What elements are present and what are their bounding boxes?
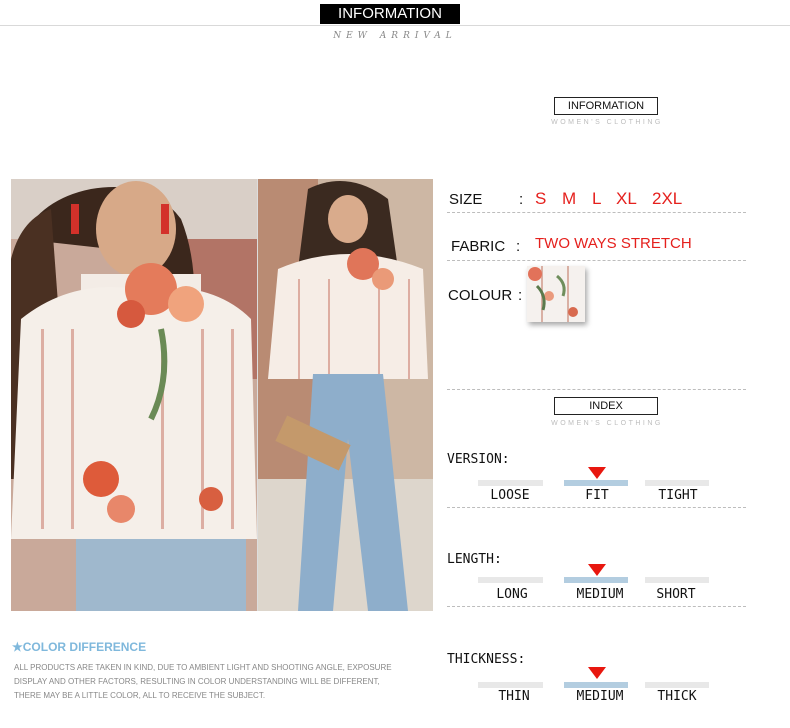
size-colon: : bbox=[519, 191, 524, 208]
colour-divider bbox=[447, 389, 746, 390]
length-bar-medium bbox=[564, 577, 628, 583]
length-selected-marker bbox=[588, 564, 606, 576]
version-selected-marker bbox=[588, 467, 606, 479]
size-option-s: S bbox=[535, 189, 547, 208]
size-label: SIZE bbox=[449, 191, 483, 208]
information-subtitle: WOMEN'S CLOTHING bbox=[551, 119, 663, 126]
version-bar-loose bbox=[478, 480, 543, 486]
fabric-value: TWO WAYS STRETCH bbox=[535, 235, 692, 252]
colour-colon: : bbox=[518, 287, 523, 304]
page-banner: INFORMATION bbox=[320, 4, 460, 24]
new-arrival-subtitle: NEW ARRIVAL bbox=[333, 31, 457, 41]
version-divider bbox=[447, 507, 746, 508]
length-option-long: LONG bbox=[496, 587, 528, 602]
fabric-label: FABRIC bbox=[451, 238, 506, 255]
index-heading: INDEX bbox=[554, 397, 658, 415]
thickness-option-thick: THICK bbox=[657, 689, 697, 704]
length-option-short: SHORT bbox=[656, 587, 696, 602]
thickness-bar-thick bbox=[645, 682, 709, 688]
color-difference-line-1: ALL PRODUCTS ARE TAKEN IN KIND, DUE TO A… bbox=[14, 663, 392, 672]
length-bar-long bbox=[478, 577, 543, 583]
size-divider bbox=[447, 212, 746, 213]
header-divider bbox=[0, 25, 790, 26]
information-heading: INFORMATION bbox=[554, 97, 658, 115]
length-divider bbox=[447, 606, 746, 607]
color-difference-line-3: THERE MAY BE A LITTLE COLOR, ALL TO RECE… bbox=[14, 691, 266, 700]
version-label: VERSION: bbox=[447, 452, 510, 467]
thickness-option-medium: MEDIUM bbox=[576, 689, 624, 704]
fabric-colon: : bbox=[516, 238, 521, 255]
length-label: LENGTH: bbox=[447, 552, 502, 567]
size-option-l: L bbox=[592, 189, 602, 208]
colour-label: COLOUR bbox=[448, 287, 513, 304]
size-option-xl: XL bbox=[616, 189, 637, 208]
thickness-bar-medium bbox=[564, 682, 628, 688]
thickness-bar-thin bbox=[478, 682, 543, 688]
version-option-loose: LOOSE bbox=[490, 488, 530, 503]
length-bar-short bbox=[645, 577, 709, 583]
version-option-fit: FIT bbox=[585, 488, 609, 503]
version-option-tight: TIGHT bbox=[658, 488, 698, 503]
size-option-m: M bbox=[562, 189, 577, 208]
thickness-option-thin: THIN bbox=[498, 689, 530, 704]
thickness-label: THICKNESS: bbox=[447, 652, 526, 667]
fabric-divider bbox=[447, 260, 746, 261]
version-bar-fit bbox=[564, 480, 628, 486]
size-option-2xl: 2XL bbox=[652, 189, 683, 208]
index-subtitle: WOMEN'S CLOTHING bbox=[551, 420, 663, 427]
color-difference-title: ★COLOR DIFFERENCE bbox=[12, 640, 147, 654]
length-option-medium: MEDIUM bbox=[576, 587, 624, 602]
product-photo-closeup bbox=[11, 179, 257, 611]
product-photos bbox=[11, 179, 433, 611]
version-bar-tight bbox=[645, 480, 709, 486]
colour-swatch[interactable] bbox=[527, 266, 585, 322]
thickness-selected-marker bbox=[588, 667, 606, 679]
color-difference-line-2: DISPLAY AND OTHER FACTORS, RESULTING IN … bbox=[14, 677, 380, 686]
product-photo-fullbody bbox=[258, 179, 433, 611]
